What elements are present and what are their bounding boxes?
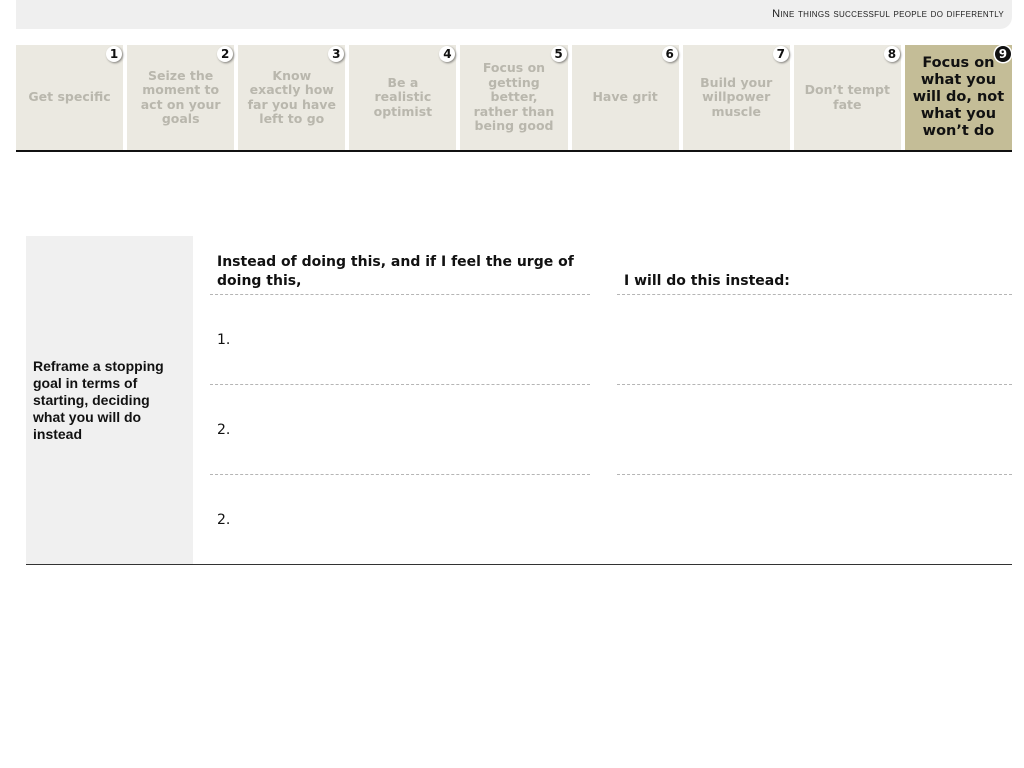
step-number-badge: 8	[883, 46, 900, 62]
header-bar: Nine things successful people do differe…	[16, 0, 1012, 29]
steps-divider	[16, 150, 1012, 152]
step-number-badge: 4	[439, 46, 456, 62]
step-9-active[interactable]: Focus on what you will do, not what you …	[904, 45, 1012, 150]
step-number-badge: 5	[550, 46, 567, 62]
step-label: Know exactly how far you have left to go	[247, 67, 336, 126]
step-number-badge: 3	[328, 46, 345, 62]
step-label: Focus on getting better, rather than bei…	[473, 60, 555, 134]
step-7[interactable]: Build your willpower muscle 7	[682, 45, 790, 150]
column-right-heading: I will do this instead:	[624, 273, 790, 289]
row-divider-right	[617, 474, 1012, 475]
step-number-badge: 1	[106, 46, 123, 62]
instruction-panel: Reframe a stopping goal in terms of star…	[26, 236, 193, 564]
column-left-heading: Instead of doing this, and if I feel the…	[217, 254, 574, 289]
step-label: Seize the moment to act on your goals	[140, 67, 221, 126]
steps-nav: Get specific 1 Seize the moment to act o…	[16, 45, 1012, 150]
step-label: Don’t tempt fate	[804, 82, 890, 112]
row-number: 1.	[217, 332, 231, 348]
step-label: Focus on what you will do, not what you …	[912, 55, 1005, 139]
step-6[interactable]: Have grit 6	[571, 45, 679, 150]
row-divider-left	[210, 474, 590, 475]
header-divider-right	[617, 294, 1012, 295]
step-label: Be a realistic optimist	[373, 74, 433, 119]
row-number: 2.	[217, 512, 231, 528]
step-number-badge: 2	[217, 46, 234, 62]
step-3[interactable]: Know exactly how far you have left to go…	[238, 45, 346, 150]
step-number-badge: 9	[994, 46, 1011, 62]
step-8[interactable]: Don’t tempt fate 8	[793, 45, 901, 150]
step-4[interactable]: Be a realistic optimist 4	[349, 45, 457, 150]
row-number: 2.	[217, 422, 231, 438]
header-divider-left	[210, 294, 590, 295]
step-5[interactable]: Focus on getting better, rather than bei…	[460, 45, 568, 150]
section-bottom-rule	[26, 564, 1012, 565]
instruction-text: Reframe a stopping goal in terms of star…	[33, 358, 164, 442]
step-number-badge: 6	[661, 46, 678, 62]
step-label: Get specific	[28, 89, 111, 105]
row-divider-right	[617, 384, 1012, 385]
step-1[interactable]: Get specific 1	[16, 45, 124, 150]
step-label: Have grit	[592, 89, 658, 105]
worksheet-section: Reframe a stopping goal in terms of star…	[26, 236, 1012, 564]
step-number-badge: 7	[772, 46, 789, 62]
row-divider-left	[210, 384, 590, 385]
page-title: Nine things successful people do differe…	[772, 8, 1004, 20]
step-label: Build your willpower muscle	[700, 74, 773, 119]
step-2[interactable]: Seize the moment to act on your goals 2	[127, 45, 235, 150]
